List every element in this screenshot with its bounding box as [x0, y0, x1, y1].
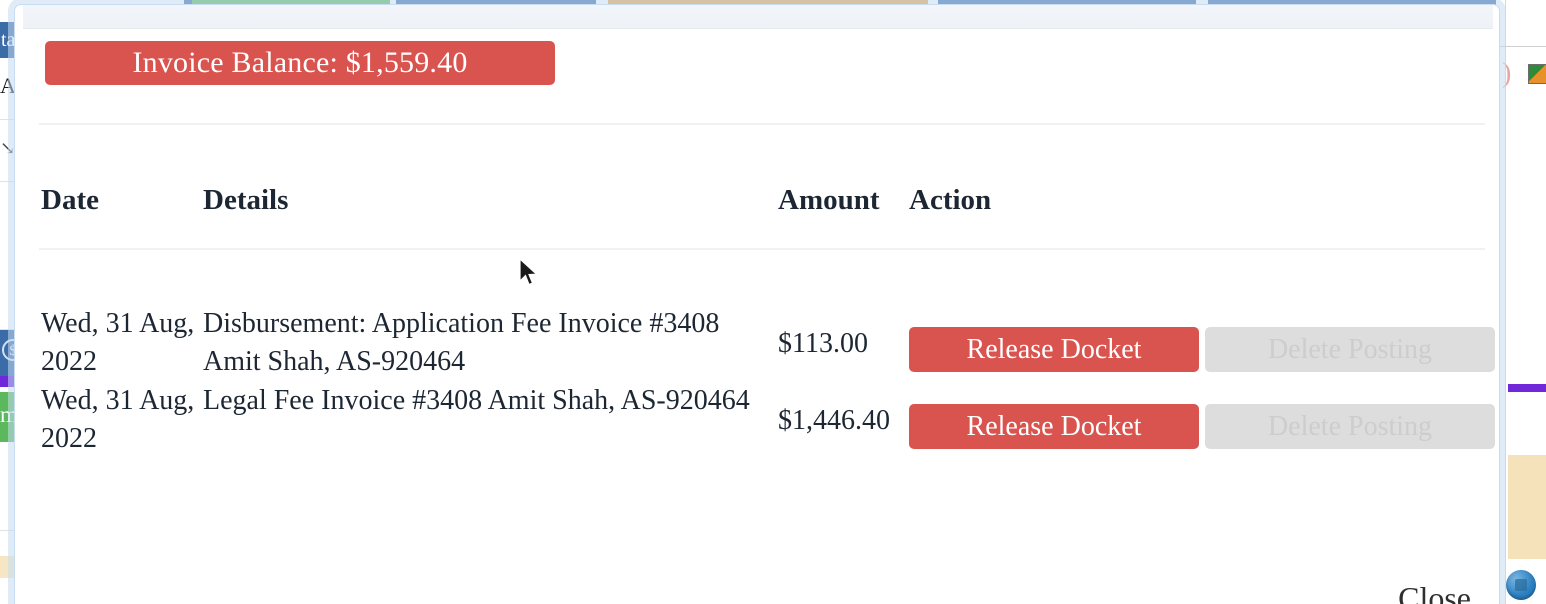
- background-divider: [1497, 46, 1546, 47]
- divider: [39, 248, 1485, 250]
- close-button[interactable]: Close: [1398, 579, 1471, 604]
- delete-posting-button: Delete Posting: [1205, 404, 1495, 449]
- cell-details: Disbursement: Application Fee Invoice #3…: [203, 308, 720, 377]
- release-docket-button[interactable]: Release Docket: [909, 327, 1199, 372]
- cell-amount: $113.00: [778, 328, 868, 359]
- background-paren-text: ): [1502, 58, 1512, 89]
- release-docket-button[interactable]: Release Docket: [909, 404, 1199, 449]
- column-header-action: Action: [909, 184, 992, 216]
- chart-thumbnail-icon: [1528, 64, 1546, 84]
- background-purple-bar: [1508, 384, 1546, 392]
- divider: [39, 123, 1485, 125]
- column-header-date: Date: [41, 184, 99, 216]
- background-vertical-divider: [1505, 0, 1506, 604]
- modal-title-bar: [23, 5, 1493, 29]
- column-header-details: Details: [203, 184, 289, 216]
- delete-posting-button: Delete Posting: [1205, 327, 1495, 372]
- modal-body: Invoice Balance: $1,559.40 Date Details …: [23, 29, 1495, 604]
- cell-details: Legal Fee Invoice #3408 Amit Shah, AS-92…: [203, 385, 750, 416]
- column-header-amount: Amount: [778, 184, 880, 216]
- resize-handle-icon[interactable]: [1506, 570, 1536, 600]
- modal-content: Invoice Balance: $1,559.40 Date Details …: [23, 5, 1495, 604]
- cell-date: Wed, 31 Aug, 2022: [41, 308, 195, 377]
- invoice-balance-badge: Invoice Balance: $1,559.40: [45, 41, 555, 85]
- invoice-modal: Invoice Balance: $1,559.40 Date Details …: [14, 4, 1500, 604]
- cell-date: Wed, 31 Aug, 2022: [41, 385, 195, 454]
- cell-amount: $1,446.40: [778, 405, 890, 436]
- screen: ta Au ↘ $ m ) Invoice Balance: $1,559.40: [0, 0, 1546, 604]
- background-tan-panel: [1508, 455, 1546, 559]
